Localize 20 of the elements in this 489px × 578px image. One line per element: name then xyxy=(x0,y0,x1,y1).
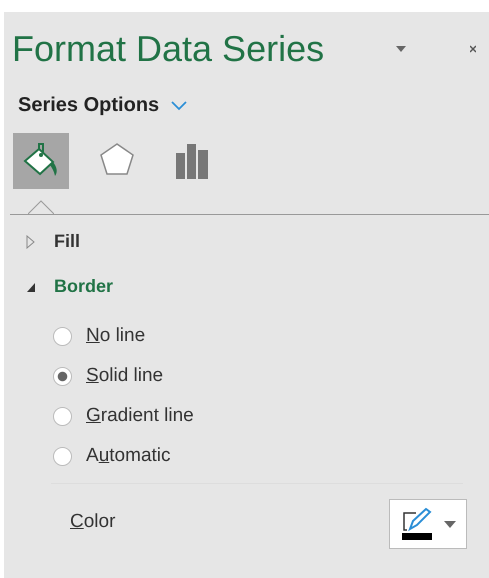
series-options-label[interactable]: Series Options xyxy=(18,94,160,117)
radio-label[interactable]: No line xyxy=(86,325,146,347)
radio-label[interactable]: Automatic xyxy=(86,445,171,467)
radio-button[interactable] xyxy=(53,406,72,426)
color-label: Color xyxy=(70,511,116,533)
icon-tab[interactable] xyxy=(13,133,69,189)
section-header[interactable]: Fill xyxy=(54,231,80,252)
collapsed-triangle-icon[interactable] xyxy=(26,234,36,248)
radio-button[interactable] xyxy=(53,366,72,386)
radio-button[interactable] xyxy=(53,446,72,466)
caret-icon[interactable] xyxy=(396,46,406,52)
radio-label[interactable]: Solid line xyxy=(86,365,164,387)
color-picker-button[interactable] xyxy=(389,499,467,549)
pane-title: Format Data Series xyxy=(12,28,324,70)
radio-button[interactable] xyxy=(53,326,72,346)
chevron-icon[interactable] xyxy=(171,100,188,110)
section-header[interactable]: Border xyxy=(54,276,114,297)
radio-label[interactable]: Gradient line xyxy=(86,405,194,427)
caret-icon xyxy=(444,520,456,528)
close-icon[interactable] xyxy=(470,44,476,54)
